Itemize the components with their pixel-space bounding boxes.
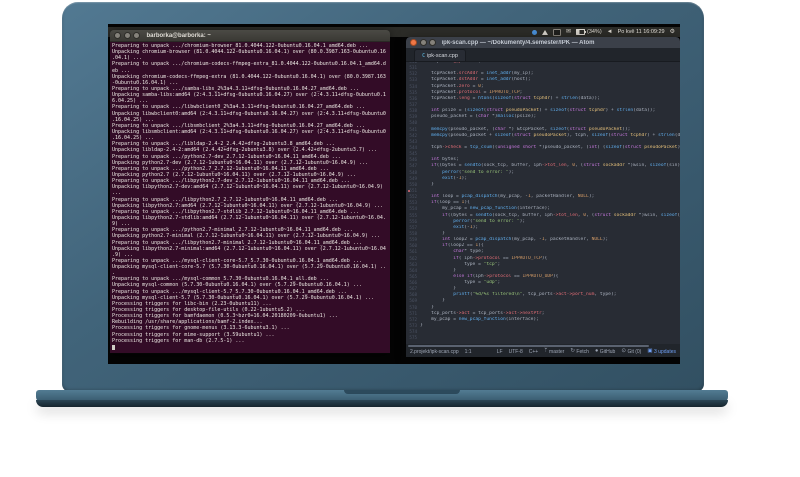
editor-close-button[interactable] — [410, 39, 417, 46]
scrollbar-thumb[interactable] — [408, 345, 650, 347]
terminal-title: barborka@barborka: ~ — [146, 32, 211, 39]
code-line: 575 — [406, 335, 680, 341]
terminal-line: Unpacking mysql-client-5.7 (5.7.30-0ubun… — [112, 294, 374, 301]
terminal-line: Unpacking libldap-2.4-2:amd64 (2.4.42+df… — [112, 147, 377, 154]
status-item-label: 2.projekt/ipk-scan.cpp — [410, 349, 459, 355]
laptop-base-edge — [36, 400, 728, 407]
terminal-cursor — [112, 345, 115, 351]
status-item[interactable]: LF — [497, 349, 503, 355]
status-left: 2.projekt/ipk-scan.cpp 1:1 — [410, 349, 472, 355]
terminal-line: Unpacking mysql-client-core-5.7 (5.7.30-… — [112, 264, 386, 271]
laptop-screen: ✉ (34%) ◄ Po kvě 11 16:09:29 ⚙ barborka@barb… — [108, 24, 680, 364]
editor-maximize-button[interactable] — [429, 39, 436, 46]
editor-minimize-button[interactable] — [419, 39, 427, 46]
mail-icon: ✉ — [565, 29, 571, 35]
editor-titlebar[interactable]: ipk-scan.cpp — ~/Dokumenty/4.semester/IP… — [406, 37, 680, 48]
status-item-label: UTF-8 — [508, 349, 523, 355]
keyboard-indicator — [552, 28, 561, 36]
editor-status-bar: 2.projekt/ipk-scan.cpp 1:1 LF UTF-8 C++ ᛘ mas… — [406, 347, 680, 357]
panel-item[interactable]: ✉ — [566, 29, 571, 35]
editor-tab-bar: C ipk-scan.cpp — [406, 48, 680, 62]
panel-item[interactable]: (34%) — [575, 29, 602, 35]
laptop-base-notch — [344, 390, 460, 394]
terminal-line: Unpacking chromium-browser (81.0.4044.12… — [112, 49, 386, 56]
terminal-line: Unpacking libpython2.7-minimal:amd64 (2.… — [112, 245, 386, 252]
editor-window-title: ipk-scan.cpp — ~/Dokumenty/4.semester/IP… — [441, 39, 595, 46]
battery-icon — [575, 29, 586, 35]
panel-item[interactable]: ⚙ — [670, 29, 675, 35]
status-item[interactable]: 1:1 — [465, 349, 472, 355]
status-item-label: master — [549, 349, 565, 355]
editor-window[interactable]: ipk-scan.cpp — ~/Dokumenty/4.semester/IP… — [406, 37, 680, 357]
status-item-label: C++ — [528, 349, 539, 355]
terminal-maximize-button[interactable] — [133, 32, 140, 39]
terminal-line: Unpacking libpython2.7:amd64 (2.7.12-1ub… — [112, 202, 383, 209]
status-item[interactable]: ᛘ master — [544, 349, 564, 355]
terminal-line: Unpacking chromium-codecs-ffmpeg-extra (… — [112, 73, 386, 80]
wifi-icon — [541, 29, 548, 35]
git-commit-icon: ⊙ — [621, 348, 626, 355]
panel-item[interactable] — [541, 29, 548, 35]
package-icon: ▣ — [647, 348, 653, 355]
terminal-line: Unpacking libpython2.7-dev:amd64 (2.7.12… — [112, 184, 383, 191]
github-icon: ● — [594, 348, 599, 355]
code-editor[interactable]: 530 tcph->urg_ptr = 0;531532 tcpPacket.s… — [406, 62, 680, 344]
terminal-line: Preparing to unpack .../libpython2.7-min… — [112, 239, 362, 246]
horizontal-scrollbar[interactable] — [406, 344, 680, 347]
status-item-label: 3 updates — [654, 349, 676, 355]
terminal-line: Unpacking libpython2.7-stdlib:amd64 (2.7… — [112, 214, 386, 221]
code-lines: 530 tcph->urg_ptr = 0;531532 tcpPacket.s… — [406, 62, 680, 341]
panel-item-label: (34%) — [586, 29, 602, 35]
terminal-line: Unpacking python2.7-minimal (2.7.12-1ubu… — [112, 233, 380, 240]
sync-icon: ↻ — [570, 348, 575, 355]
status-item-label: Git (0) — [627, 349, 642, 355]
terminal-line: Unpacking python2.7-dev (2.7.12-1ubuntu0… — [112, 159, 368, 166]
terminal-close-button[interactable] — [114, 32, 121, 39]
status-item[interactable]: ▣ 3 updates — [647, 349, 676, 355]
terminal-line: Preparing to unpack .../mysql-client-5.7… — [112, 288, 347, 295]
terminal-output[interactable]: Preparing to unpack .../chromium-browser… — [110, 42, 390, 353]
volume-icon: ◄ — [606, 29, 613, 35]
status-item-label: LF — [496, 349, 503, 355]
tab-ipk-scan-cpp[interactable]: C ipk-scan.cpp — [414, 49, 466, 61]
status-item[interactable]: UTF-8 — [509, 349, 523, 355]
terminal-line: Unpacking libwbclient0:amd64 (2:4.3.11+d… — [112, 110, 386, 117]
terminal-minimize-button[interactable] — [123, 32, 131, 39]
status-item-label: GitHub — [599, 349, 616, 355]
status-item[interactable]: C++ — [529, 349, 538, 355]
gear-icon: ⚙ — [669, 29, 675, 35]
status-item[interactable]: ⊙ Git (0) — [621, 349, 641, 355]
terminal-line: Unpacking samba-libs:amd64 (2:4.3.11+dfs… — [112, 92, 386, 99]
panel-item[interactable] — [552, 28, 561, 36]
laptop-lid: ✉ (34%) ◄ Po kvě 11 16:09:29 ⚙ barborka@barb… — [62, 2, 704, 392]
clock[interactable]: Po kvě 11 16:09:29 — [618, 29, 665, 35]
app-indicator-icon — [531, 29, 537, 35]
panel-item-label: Po kvě 11 16:09:29 — [617, 29, 665, 35]
status-item-label: Fetch — [576, 349, 589, 355]
terminal-titlebar[interactable]: barborka@barborka: ~ — [110, 30, 390, 42]
tab-label: ipk-scan.cpp — [427, 52, 458, 59]
line-number: 575 — [409, 335, 417, 341]
git-diff-marker — [407, 189, 410, 193]
terminal-line: Unpacking mysql-common (5.7.30-0ubuntu0.… — [112, 282, 362, 289]
status-item[interactable]: ● GitHub — [595, 349, 615, 355]
git-branch-icon: ᛘ — [544, 348, 548, 355]
status-item[interactable]: 2.projekt/ipk-scan.cpp — [410, 349, 459, 355]
status-item[interactable]: ↻ Fetch — [570, 349, 589, 355]
status-right: LF UTF-8 C++ ᛘ master ↻ Fetch ● GitHub ⊙ Git (0) ▣ 3… — [497, 349, 676, 355]
terminal-line: Preparing to unpack .../chromium-codecs-… — [112, 61, 386, 68]
terminal-line: Preparing to unpack .../libwbclient0_2%3… — [112, 104, 365, 111]
laptop-mockup: ✉ (34%) ◄ Po kvě 11 16:09:29 ⚙ barborka@barb… — [0, 0, 800, 477]
terminal-window[interactable]: barborka@barborka: ~ Preparing to unpack… — [110, 30, 390, 354]
status-item-label: 1:1 — [464, 349, 472, 355]
panel-item[interactable] — [531, 29, 537, 35]
panel-item[interactable]: ◄ — [607, 29, 613, 35]
cpp-file-icon: C — [422, 52, 426, 59]
